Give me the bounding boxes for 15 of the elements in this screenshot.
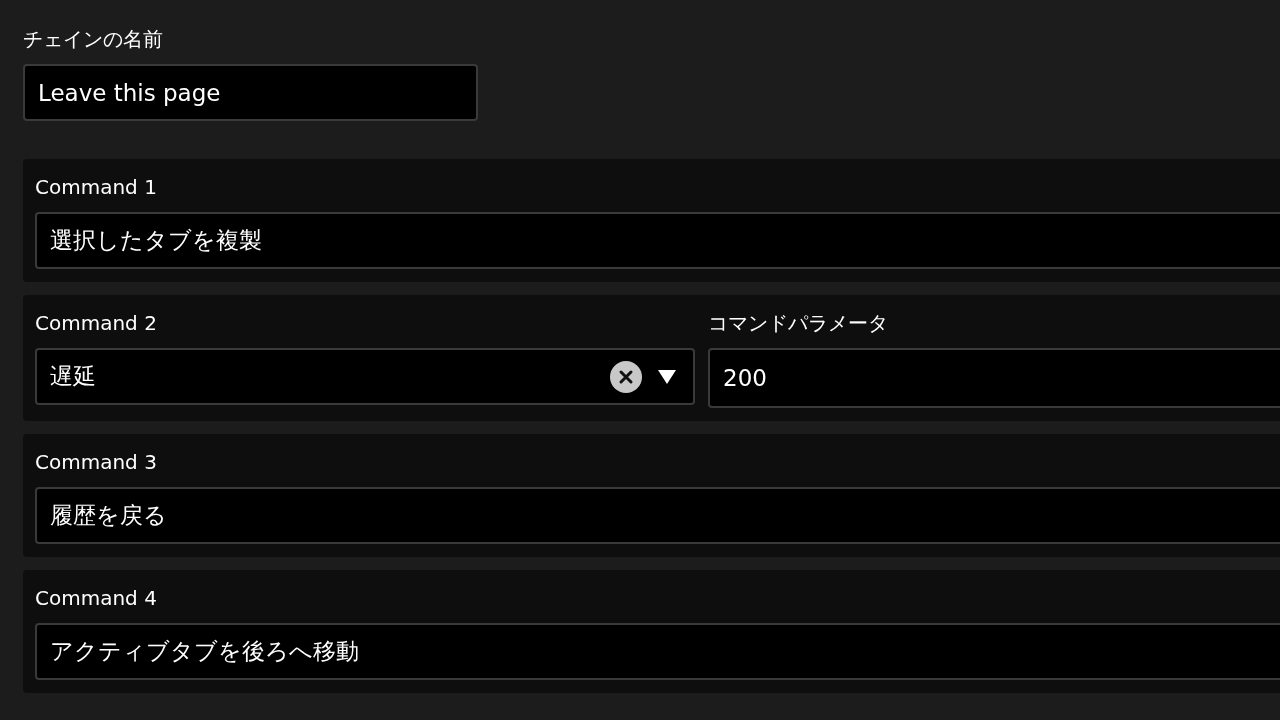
caret-icon[interactable] xyxy=(658,369,676,384)
select-field[interactable]: 遅延 xyxy=(35,348,695,405)
text-field[interactable]: アクティブタブを後ろへ移動 xyxy=(35,623,1280,680)
text-field[interactable]: Leave this page xyxy=(23,64,478,121)
field-label: コマンドパラメータ xyxy=(708,310,888,337)
field-label: チェインの名前 xyxy=(23,26,163,53)
field-label: Command 2 xyxy=(35,310,157,337)
select-value: 遅延 xyxy=(50,362,97,391)
text-field[interactable]: 選択したタブを複製 xyxy=(35,212,1280,269)
text-field[interactable]: 履歴を戻る xyxy=(35,487,1280,544)
clear-icon[interactable] xyxy=(610,360,642,393)
field-label: Command 4 xyxy=(35,585,157,612)
text-field[interactable]: 200 xyxy=(708,348,1280,408)
field-label: Command 1 xyxy=(35,174,157,201)
field-label: Command 3 xyxy=(35,449,157,476)
